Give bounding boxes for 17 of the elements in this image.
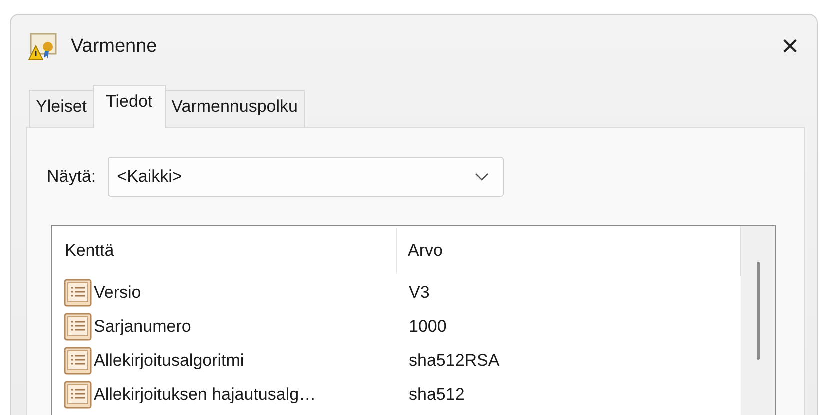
tab[interactable]: Varmennuspolku [164,90,305,127]
field-value: sha512 [408,385,465,405]
column-header[interactable]: Kenttä [52,228,397,274]
tab[interactable]: Tiedot [93,85,166,128]
filter-label: Näytä: [47,167,96,187]
field-name: Allekirjoitusalgoritmi [94,351,244,371]
field-value: 1000 [408,317,447,337]
dropdown[interactable]: <Kaikki> [108,157,504,197]
field-name: Versio [94,283,142,303]
column-header[interactable]: Arvo [397,228,443,274]
field-name: Allekirjoituksen hajautusalg… [94,385,316,405]
field-value: sha512RSA [408,351,500,371]
window-title: Varmenne [71,36,158,58]
field-value: V3 [408,283,430,303]
field-name: Sarjanumero [94,317,192,337]
tab[interactable]: Yleiset [29,90,94,127]
close-button[interactable]: × [781,32,799,62]
